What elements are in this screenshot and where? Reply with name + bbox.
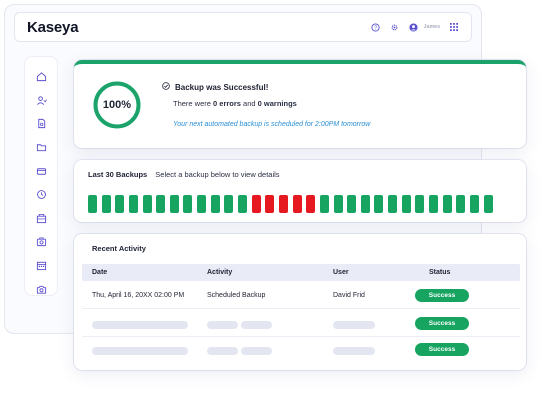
camera-icon[interactable]	[34, 283, 48, 295]
activity-table-header: Date Activity User Status	[82, 264, 520, 281]
column-activity[interactable]: Activity	[207, 269, 232, 276]
backup-bar-success[interactable]	[210, 195, 220, 213]
placeholder-date	[92, 347, 188, 355]
backup-bar-success[interactable]	[483, 195, 493, 213]
backups-title: Last 30 Backups	[88, 170, 148, 179]
home-icon[interactable]	[34, 71, 48, 83]
kaseya-logo[interactable]: Kaseya	[27, 19, 79, 36]
apps-grid-icon[interactable]	[449, 22, 459, 32]
backup-bar-failed[interactable]	[306, 195, 316, 213]
placeholder-activity	[241, 347, 272, 355]
backup-history-bars	[88, 195, 493, 213]
avatar-icon[interactable]	[409, 22, 419, 32]
backup-bar-failed[interactable]	[265, 195, 275, 213]
error-count: 0 errors	[213, 99, 241, 108]
file-icon[interactable]	[34, 118, 48, 130]
placeholder-activity	[241, 321, 272, 329]
warning-count: 0 warnings	[257, 99, 297, 108]
help-icon[interactable]: ?	[371, 22, 381, 32]
backup-bar-success[interactable]	[183, 195, 193, 213]
top-actions: ? James	[371, 22, 459, 32]
backup-bar-success[interactable]	[401, 195, 411, 213]
backup-bar-success[interactable]	[347, 195, 357, 213]
backup-bar-success[interactable]	[456, 195, 466, 213]
status-badge[interactable]: Success	[415, 317, 469, 330]
backup-bar-failed[interactable]	[278, 195, 288, 213]
backup-bar-failed[interactable]	[251, 195, 261, 213]
last-backups-card: Last 30 Backups Select a backup below to…	[74, 160, 526, 222]
row-activity: Scheduled Backup	[207, 292, 266, 299]
top-bar: Kaseya ? James	[14, 12, 472, 42]
status-badge[interactable]: Success	[415, 343, 469, 356]
recent-activity-card: Recent Activity Date Activity User Statu…	[74, 234, 526, 370]
backup-bar-success[interactable]	[142, 195, 152, 213]
detail-mid: and	[240, 99, 258, 108]
placeholder-user	[333, 347, 375, 355]
status-title-row: Backup was Successful!	[162, 82, 268, 92]
backup-bar-success[interactable]	[156, 195, 166, 213]
status-badge[interactable]: Success	[415, 289, 469, 302]
backup-status-card: 100% Backup was Successful! There were 0…	[74, 60, 526, 148]
column-date[interactable]: Date	[92, 269, 107, 276]
backup-bar-failed[interactable]	[292, 195, 302, 213]
backup-bar-success[interactable]	[197, 195, 207, 213]
placeholder-activity	[207, 347, 238, 355]
detail-prefix: There were	[173, 99, 214, 108]
user-name[interactable]: James	[424, 24, 440, 30]
backup-bar-success[interactable]	[88, 195, 97, 213]
backup-bar-success[interactable]	[429, 195, 439, 213]
backup-bar-success[interactable]	[224, 195, 234, 213]
next-backup-schedule: Your next automated backup is scheduled …	[173, 121, 371, 128]
backup-bar-success[interactable]	[169, 195, 179, 213]
row-date: Thu, April 16, 20XX 02:00 PM	[92, 292, 185, 299]
backup-bar-success[interactable]	[128, 195, 138, 213]
backup-bar-success[interactable]	[115, 195, 125, 213]
backup-bar-success[interactable]	[442, 195, 452, 213]
completion-percent: 100%	[102, 99, 132, 111]
backup-bar-success[interactable]	[360, 195, 370, 213]
sidebar	[24, 56, 58, 296]
placeholder-user	[333, 321, 375, 329]
status-title: Backup was Successful!	[175, 82, 269, 92]
card-icon[interactable]	[34, 165, 48, 177]
backup-bar-success[interactable]	[319, 195, 329, 213]
backup-bar-success[interactable]	[333, 195, 343, 213]
folder-icon[interactable]	[34, 142, 48, 154]
clock-icon[interactable]	[34, 189, 48, 201]
placeholder-activity	[207, 321, 238, 329]
backups-hint: Select a backup below to view details	[155, 170, 280, 179]
backup-bar-success[interactable]	[374, 195, 384, 213]
user-icon[interactable]	[34, 95, 48, 107]
backup-bar-success[interactable]	[238, 195, 248, 213]
backup-bar-success[interactable]	[469, 195, 479, 213]
backups-header: Last 30 Backups Select a backup below to…	[88, 170, 280, 179]
table-row[interactable]: Thu, April 16, 20XX 02:00 PM Scheduled B…	[82, 283, 520, 309]
gear-group-icon[interactable]	[34, 236, 48, 248]
status-detail: There were 0 errors and 0 warnings	[173, 99, 297, 108]
settings-icon[interactable]	[390, 22, 400, 32]
backup-bar-success[interactable]	[101, 195, 111, 213]
column-user[interactable]: User	[333, 269, 349, 276]
activity-title: Recent Activity	[92, 244, 146, 253]
row-user: David Frid	[333, 292, 365, 299]
column-status[interactable]: Status	[429, 269, 450, 276]
table-row[interactable]: Success	[82, 311, 520, 337]
backup-bar-success[interactable]	[415, 195, 425, 213]
svg-text:?: ?	[374, 25, 377, 31]
box-icon[interactable]	[34, 213, 48, 225]
placeholder-date	[92, 321, 188, 329]
backup-bar-success[interactable]	[388, 195, 398, 213]
calendar-icon[interactable]	[34, 260, 48, 272]
table-row[interactable]: Success	[82, 337, 520, 363]
check-circle-icon	[162, 82, 170, 92]
